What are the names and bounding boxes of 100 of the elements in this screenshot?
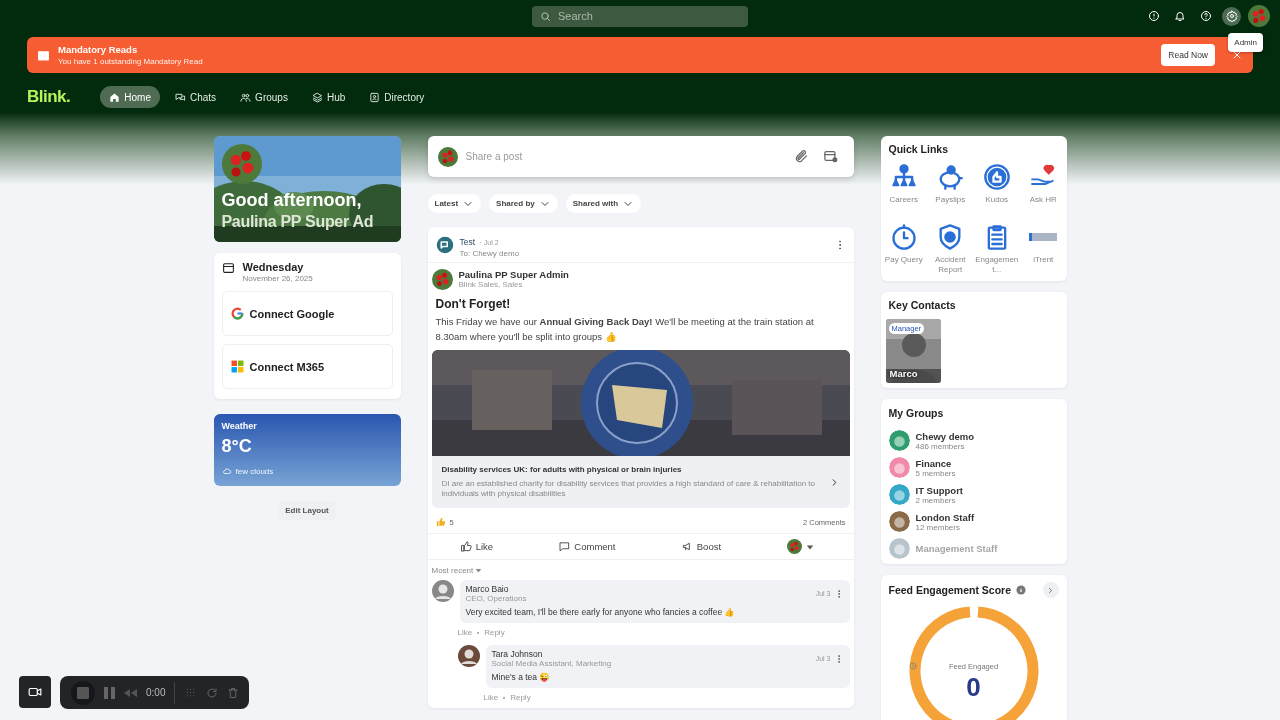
filter-dropdown[interactable]: Shared by	[489, 194, 558, 213]
post-action-button[interactable]: Like	[454, 540, 500, 553]
gauge-value: 0	[965, 672, 982, 703]
nav-tab[interactable]: Chats	[166, 86, 226, 108]
weekday: Wednesday	[242, 261, 305, 273]
comment-role: Social Media Assistant, Marketing	[491, 659, 612, 668]
quick-link[interactable]: Accident Report	[927, 223, 974, 275]
comment-text: Very excited team, I'll be there early for anyone who fancies a coffee 👍	[465, 607, 737, 617]
chat-icon	[435, 235, 454, 254]
group-item[interactable]: London Staff 12 members	[880, 508, 1067, 535]
avatar	[431, 580, 454, 602]
cloud-icon	[221, 466, 232, 476]
close-icon	[1231, 49, 1243, 61]
g-logo-icon	[230, 307, 244, 320]
layers-icon	[311, 91, 323, 103]
pause-button[interactable]	[104, 686, 115, 699]
comment-author: Tara Johnson	[491, 649, 544, 659]
restart-icon	[206, 686, 219, 699]
link-description: DI are an established charity for disability services that provides a high standard of care & rehabilitation to individuals with physical disabilities	[441, 479, 817, 499]
user-name: Paulina PP Super Ad	[221, 213, 375, 231]
thumbs-up-badge-icon	[982, 163, 1011, 191]
comment-icon	[559, 541, 571, 552]
avatar	[431, 269, 453, 290]
stop-button[interactable]	[71, 680, 95, 705]
filter-dropdown[interactable]: Latest	[427, 194, 482, 213]
connect-button[interactable]: Connect M365	[221, 344, 393, 389]
quick-link[interactable]: iTrent	[1020, 223, 1067, 275]
recording-time: 0:00	[146, 687, 166, 698]
weather-description: few clouds	[235, 466, 274, 476]
greeting-text: Good afternoon,	[221, 190, 363, 211]
author-name[interactable]: Paulina PP Super Admin	[458, 269, 569, 280]
windows-logo-icon	[230, 360, 244, 373]
alert-icon	[1147, 10, 1160, 22]
tooltip: Admin	[1228, 33, 1263, 52]
logo[interactable]: Blink.	[27, 87, 71, 107]
post-audience: To: Chewy demo	[459, 249, 520, 258]
quick-link[interactable]: Kudos	[973, 163, 1020, 215]
contact-name: Marco	[889, 368, 918, 379]
rewind-icon	[124, 688, 137, 697]
bell-icon	[1173, 10, 1186, 22]
caret-icon	[475, 567, 483, 574]
source-name[interactable]: Test	[459, 237, 476, 247]
date: November 26, 2025	[242, 274, 313, 283]
pause-icon	[104, 686, 115, 699]
weather-title: Weather	[221, 421, 258, 431]
delete-button[interactable]	[227, 686, 240, 699]
post-action-button[interactable]: Comment	[553, 540, 622, 553]
home-icon	[109, 91, 121, 103]
chat-bubbles-icon	[175, 91, 186, 103]
nav-tab[interactable]: Groups	[231, 86, 297, 108]
caret-icon	[806, 542, 815, 551]
post-body: This Friday we have our Annual Giving Back Day! We'll be meeting at the train station at 8.30am where you'll be split into groups 👍	[435, 315, 815, 344]
edit-layout-button[interactable]: Edit Layout	[278, 501, 336, 520]
stop-icon	[77, 686, 89, 699]
search-field[interactable]: Search	[556, 9, 730, 23]
comment-role: CEO, Operations	[465, 594, 527, 603]
quick-link[interactable]: Ask HR	[1020, 163, 1067, 215]
banner-title: Mandatory Reads	[58, 44, 139, 55]
avatar	[457, 645, 480, 667]
restart-button[interactable]	[206, 686, 219, 699]
nav-tab[interactable]: Home	[100, 86, 160, 108]
group-item[interactable]: IT Support 2 members	[880, 481, 1067, 508]
link-preview[interactable]	[431, 350, 850, 508]
book-icon	[37, 48, 50, 62]
sort-dropdown[interactable]: Most recent	[431, 566, 483, 575]
video-camera-icon	[28, 685, 42, 699]
avatar	[1248, 5, 1270, 27]
card-title: Quick Links	[887, 143, 950, 155]
search-icon	[540, 10, 551, 22]
quick-link[interactable]: Engagement...	[973, 223, 1020, 275]
calendar-clock-icon	[822, 149, 838, 164]
thumbs-up-icon	[435, 517, 446, 527]
quick-link[interactable]: Careers	[880, 163, 927, 215]
nav-tab[interactable]: Hub	[302, 86, 355, 108]
connect-button[interactable]: Connect Google	[221, 291, 393, 336]
nav-tab[interactable]: Directory	[360, 86, 434, 108]
quick-link[interactable]: Pay Query	[880, 223, 927, 275]
search-bar[interactable]: Search	[532, 5, 748, 27]
group-item[interactable]: Finance 5 members	[880, 454, 1067, 481]
trash-icon	[227, 686, 240, 699]
settings-icon	[1225, 10, 1238, 22]
comment-author: Marco Baio	[465, 584, 510, 594]
read-now-button[interactable]: Read Now	[1161, 44, 1215, 66]
filter-dropdown[interactable]: Shared with	[565, 194, 642, 213]
thumbs-up-icon	[460, 541, 472, 552]
settings-button[interactable]	[1222, 6, 1241, 26]
card-title: Feed Engagement Score	[888, 584, 1012, 596]
post-action-button[interactable]: Boost	[675, 540, 728, 553]
author-department: Blink Sales, Sales	[458, 280, 524, 289]
avatar	[221, 144, 262, 184]
stopwatch-icon	[889, 223, 918, 251]
quick-link[interactable]: Payslips	[927, 163, 974, 215]
card-title: My Groups	[887, 407, 945, 419]
people-icon	[240, 91, 252, 103]
help-icon	[1199, 10, 1212, 22]
paperclip-icon	[793, 149, 809, 164]
contact-book-icon	[369, 91, 381, 103]
temperature: 8°C	[221, 436, 253, 457]
group-item[interactable]: Chewy demo 486 members	[880, 427, 1067, 454]
camera-button[interactable]	[19, 676, 51, 708]
